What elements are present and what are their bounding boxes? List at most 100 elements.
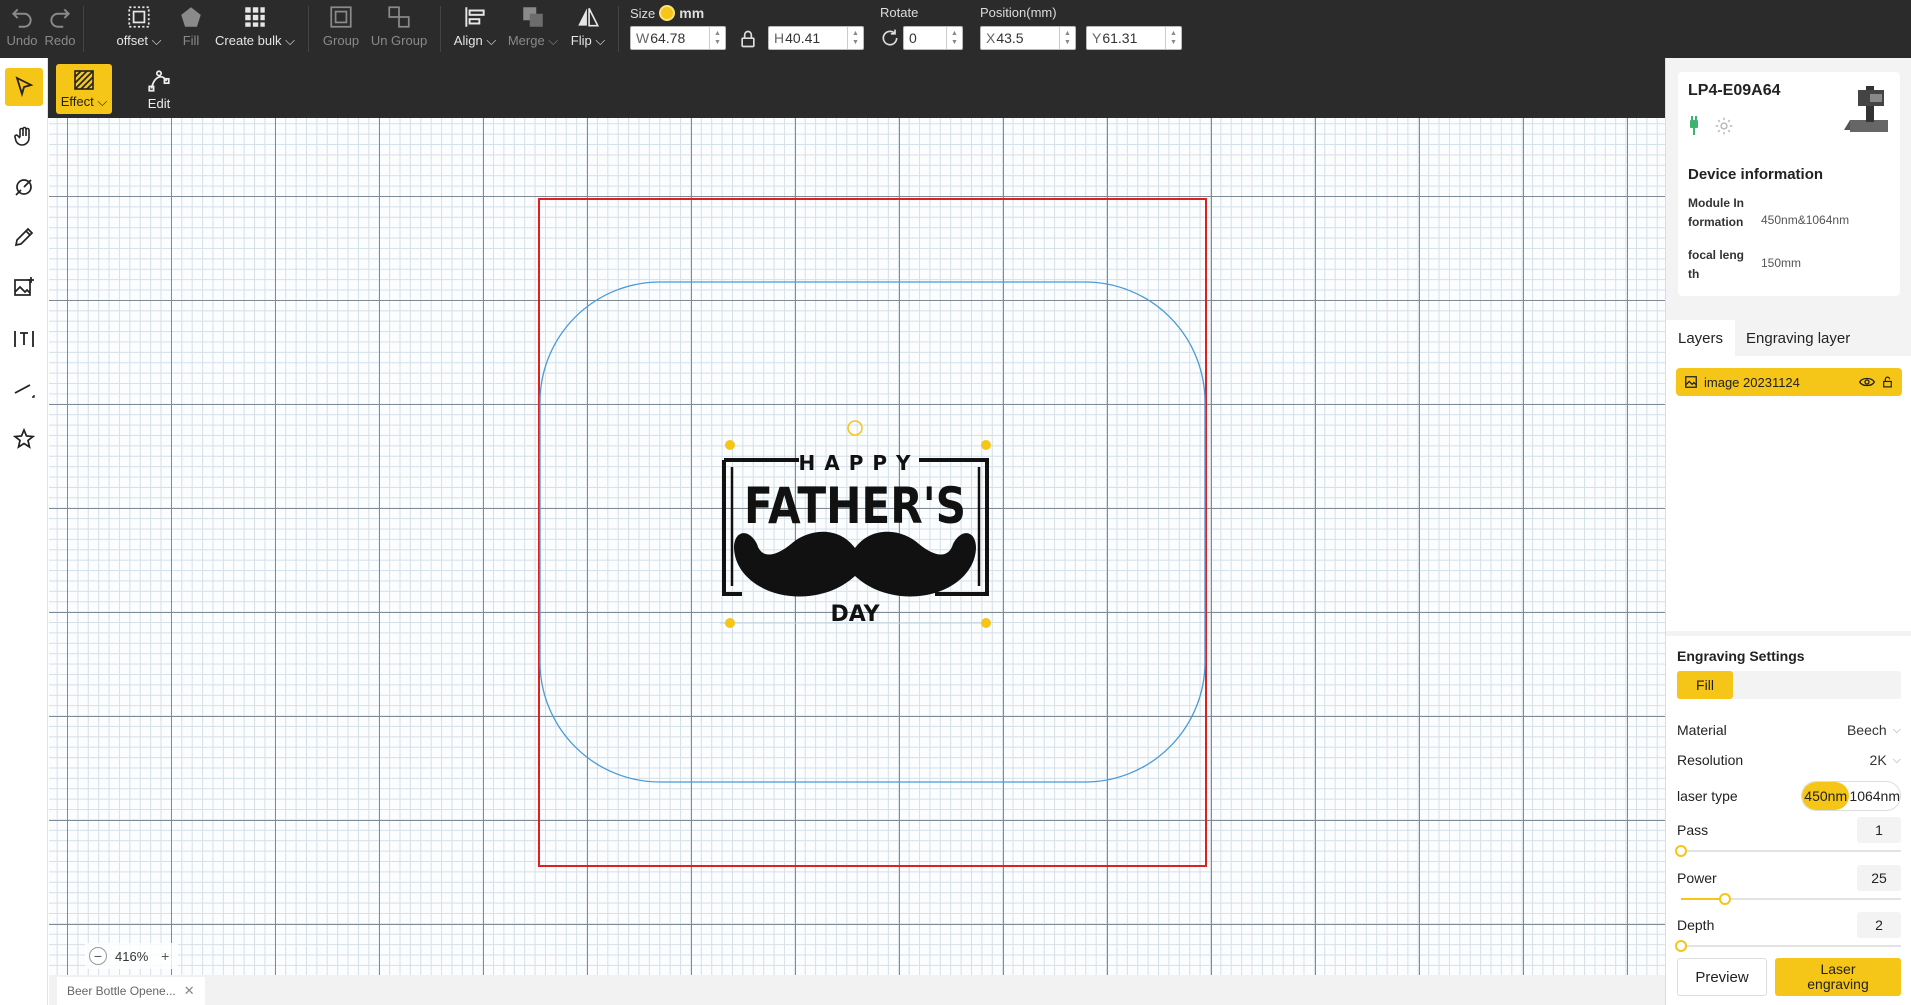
resize-handle-bottom-right[interactable] [981, 618, 991, 628]
y-value: 61.31 [1102, 30, 1138, 46]
preview-button[interactable]: Preview [1677, 958, 1767, 996]
height-stepper[interactable]: ▲ ▼ [847, 27, 863, 49]
resolution-value: 2K [1869, 752, 1887, 768]
laser-app: Undo Redo offset ⌵ Fill Create bulk ⌵ Gr… [0, 0, 1911, 1005]
device-info-title: Device information [1688, 166, 1824, 183]
canvas-artwork: HAPPY FATHER'S DAY [538, 198, 1207, 867]
resolution-label: Resolution [1677, 752, 1744, 768]
redo-button[interactable]: Redo [44, 4, 76, 54]
undo-button[interactable]: Undo [6, 4, 38, 54]
laser-type-label: laser type [1677, 788, 1738, 804]
resize-handle-bottom-left[interactable] [725, 618, 735, 628]
rotate-handle[interactable] [847, 420, 863, 436]
x-input[interactable]: X 43.5 ▲ ▼ [980, 26, 1076, 50]
zoom-out-button[interactable]: − [89, 947, 107, 965]
pass-input[interactable]: 1 [1857, 817, 1901, 843]
focal-length-row: focal length 150mm [1688, 246, 1898, 286]
zoom-in-button[interactable]: + [156, 947, 174, 965]
edit-button[interactable]: Edit [134, 64, 184, 114]
y-input[interactable]: Y 61.31 ▲ ▼ [1086, 26, 1182, 50]
select-tool[interactable] [5, 68, 43, 106]
height-prefix: H [774, 30, 785, 46]
left-toolbar [0, 58, 48, 1005]
resize-handle-top-left[interactable] [725, 440, 735, 450]
height-input[interactable]: H 40.41 ▲ ▼ [768, 26, 864, 50]
pass-slider[interactable] [1675, 845, 1901, 857]
pan-tool[interactable] [5, 118, 43, 156]
merge-icon [523, 7, 543, 27]
flip-icon [578, 7, 600, 27]
width-stepper[interactable]: ▲ ▼ [709, 27, 725, 49]
line-tool[interactable] [5, 370, 43, 408]
layer-name: image 20231124 [1704, 374, 1800, 390]
redo-icon [50, 8, 71, 28]
effect-button[interactable]: Effect ⌵ [56, 64, 112, 114]
settings-gear-icon[interactable] [1714, 116, 1734, 136]
laser-engraving-button[interactable]: Laser engraving [1775, 958, 1901, 996]
align-button[interactable]: Align ⌵ [452, 4, 498, 54]
y-prefix: Y [1092, 30, 1102, 46]
group-button[interactable]: Group [320, 4, 362, 54]
depth-slider-handle[interactable] [1675, 940, 1687, 952]
depth-slider[interactable] [1675, 940, 1901, 952]
fill-label: Fill [182, 33, 200, 48]
x-prefix: X [986, 30, 996, 46]
text-tool[interactable] [5, 320, 43, 358]
toolbar-divider [308, 6, 309, 52]
power-slider[interactable] [1681, 893, 1901, 905]
laser-1064nm-option[interactable]: 1064nm [1849, 782, 1900, 810]
group-icon [330, 6, 352, 28]
rotate-input[interactable]: 0 ▲ ▼ [903, 26, 963, 50]
width-input[interactable]: W 64.78 ▲ ▼ [630, 26, 726, 50]
sub-toolbar: Effect ⌵ Edit [48, 58, 1665, 118]
rotate-label: Rotate [880, 5, 919, 20]
resize-handle-top-right[interactable] [981, 440, 991, 450]
pencil-tool[interactable] [5, 218, 43, 256]
rotate-stepper[interactable]: ▲ ▼ [946, 27, 962, 49]
tab-layers[interactable]: Layers [1666, 320, 1736, 356]
pass-slider-handle[interactable] [1675, 845, 1687, 857]
ungroup-button[interactable]: Un Group [370, 4, 428, 54]
eye-icon[interactable] [1859, 375, 1875, 389]
rotate-value: 0 [909, 30, 917, 46]
pen-tool[interactable] [5, 168, 43, 206]
shapes-star-icon [12, 427, 36, 449]
tab-fill[interactable]: Fill [1677, 671, 1733, 699]
x-stepper[interactable]: ▲ ▼ [1059, 27, 1075, 49]
pass-row: Pass 1 [1677, 817, 1901, 843]
depth-input[interactable]: 2 [1857, 912, 1901, 938]
merge-button[interactable]: Merge ⌵ [507, 4, 559, 54]
resolution-row[interactable]: Resolution 2K ⌵ [1677, 749, 1901, 773]
offset-button[interactable]: offset ⌵ [114, 4, 164, 54]
height-value: 40.41 [785, 30, 821, 46]
create-bulk-button[interactable]: Create bulk ⌵ [215, 4, 295, 54]
material-row[interactable]: Material Beech ⌵ [1677, 719, 1901, 743]
y-stepper[interactable]: ▲ ▼ [1165, 27, 1181, 49]
power-label: Power [1677, 870, 1717, 886]
flip-button[interactable]: Flip ⌵ [568, 4, 608, 54]
fathers-day-artwork[interactable]: HAPPY FATHER'S DAY [722, 451, 989, 627]
pen-nib-icon [15, 179, 32, 196]
edit-label: Edit [147, 95, 171, 111]
unit-toggle[interactable] [659, 5, 676, 21]
module-info-row: Module Information 450nm&1064nm [1688, 194, 1898, 254]
pencil-icon [14, 227, 34, 247]
device-card: LP4-E09A64 Device information Module Inf… [1678, 72, 1900, 296]
close-icon[interactable]: ✕ [184, 983, 195, 999]
image-tool[interactable] [5, 268, 43, 306]
size-group: Size mm [630, 5, 704, 21]
shape-tool[interactable] [5, 420, 43, 458]
file-tab[interactable]: Beer Bottle Opene... ✕ [57, 977, 205, 1005]
tab-engraving-layer[interactable]: Engraving layer [1734, 320, 1862, 356]
laser-450nm-option[interactable]: 450nm [1802, 782, 1850, 810]
design-canvas[interactable]: HAPPY FATHER'S DAY − 416% + [49, 118, 1665, 975]
power-input[interactable]: 25 [1857, 865, 1901, 891]
lock-ratio-icon[interactable] [738, 28, 758, 50]
fill-button[interactable]: Fill [178, 4, 204, 54]
power-slider-handle[interactable] [1719, 893, 1731, 905]
module-info-value: 450nm&1064nm [1761, 213, 1850, 227]
size-label: Size [630, 5, 656, 21]
layer-item[interactable]: image 20231124 [1676, 368, 1902, 396]
lock-icon[interactable] [1881, 375, 1894, 389]
engraving-settings-title: Engraving Settings [1677, 648, 1805, 664]
